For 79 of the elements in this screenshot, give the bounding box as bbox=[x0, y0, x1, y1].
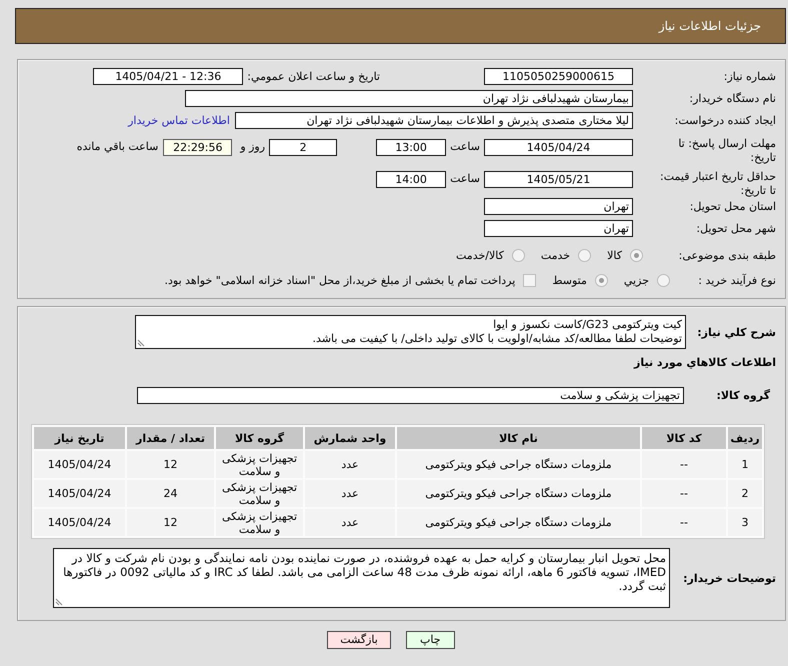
table-cell: ملزومات دستگاه جراحی فیکو ویترکتومی bbox=[397, 509, 640, 536]
table-cell: 1405/04/24 bbox=[34, 509, 125, 536]
field-label: طبقه بندی موضوعی: bbox=[678, 248, 776, 262]
field-label: حداقل تاریخ اعتبار قیمت: تا تاریخ: bbox=[659, 169, 776, 198]
table-cell: عدد bbox=[305, 480, 395, 507]
resize-grip-icon[interactable] bbox=[55, 598, 63, 606]
table-cell: 24 bbox=[127, 480, 214, 507]
field-label: گروه کالا: bbox=[715, 389, 771, 402]
buyer-name-field[interactable]: بیمارستان شهیدلبافی نژاد تهران bbox=[185, 90, 633, 107]
validity-date-field[interactable]: 1405/05/21 bbox=[484, 171, 633, 188]
field-label: مهلت ارسال پاسخ: تا تاریخ: bbox=[677, 136, 776, 165]
checkbox-label[interactable]: پرداخت تمام یا بخشی از مبلغ خرید،از محل "اسناد خزانه اسلامی" خواهد بود. bbox=[164, 274, 516, 287]
table-cell: عدد bbox=[305, 509, 395, 536]
table-cell: تجهیزات پزشکی و سلامت bbox=[216, 509, 303, 536]
announce-date-field[interactable]: 1405/04/21 - 12:36 bbox=[93, 68, 244, 85]
column-header: نام کالا bbox=[397, 427, 640, 449]
column-header: واحد شمارش bbox=[305, 427, 395, 449]
table-cell: 1 bbox=[728, 451, 762, 478]
column-header: تاریخ نیاز bbox=[34, 427, 125, 449]
table-cell: 12 bbox=[127, 509, 214, 536]
table-cell: 2 bbox=[728, 480, 762, 507]
column-header: ردیف bbox=[728, 427, 762, 449]
deadline-date-field[interactable]: 1405/04/24 bbox=[484, 139, 633, 156]
validity-time-field[interactable]: 14:00 bbox=[376, 171, 446, 188]
field-label: شهر محل تحویل: bbox=[695, 222, 776, 236]
description-textarea[interactable]: کیت ویترکتومی G23/کاست نکسوز و ایوا توضیحات لطفا مطالعه/کد مشابه/اولویت با کالای تولید داخلی/ با کیفیت می باشد. bbox=[135, 315, 686, 349]
section-heading: اطلاعات کالاهاي مورد نیاز bbox=[632, 356, 776, 370]
field-label: توضیحات خریدار: bbox=[682, 572, 776, 584]
field-label: تاریخ و ساعت اعلان عمومي: bbox=[247, 70, 380, 83]
field-label: شماره نیاز: bbox=[722, 70, 776, 84]
option-label[interactable]: متوسط bbox=[552, 274, 587, 287]
deadline-time-field[interactable]: 13:00 bbox=[376, 139, 446, 156]
days-field[interactable]: 2 bbox=[269, 139, 338, 156]
column-header: تعداد / مقدار bbox=[127, 427, 214, 449]
checkbox[interactable] bbox=[523, 274, 536, 287]
radio-button[interactable] bbox=[578, 249, 592, 262]
table-cell: 3 bbox=[728, 509, 762, 536]
buyer-contact-link[interactable]: اطلاعات تماس خریدار bbox=[128, 114, 230, 127]
days-label: روز و bbox=[240, 139, 266, 154]
requester-field[interactable]: لیلا مختاری متصدی پذیرش و اطلاعات بیمارستان شهیدلبافی نژاد تهران bbox=[235, 112, 633, 129]
radio-button[interactable] bbox=[630, 249, 643, 262]
field-label: نوع فرآیند خرید : bbox=[697, 274, 776, 288]
resize-grip-icon[interactable] bbox=[137, 339, 145, 347]
city-field[interactable]: تهران bbox=[484, 220, 633, 237]
table-cell: 12 bbox=[127, 451, 214, 478]
table-cell: ملزومات دستگاه جراحی فیکو ویترکتومی bbox=[397, 480, 640, 507]
radio-button[interactable] bbox=[512, 249, 525, 262]
remaining-time-field[interactable]: 22:29:56 bbox=[163, 139, 232, 156]
table-cell: -- bbox=[642, 509, 726, 536]
field-label: شرح کلي نیاز: bbox=[696, 326, 776, 338]
radio-button[interactable] bbox=[594, 274, 608, 287]
option-label[interactable]: کالا/خدمت bbox=[456, 249, 504, 262]
field-label: نام دستگاه خریدار: bbox=[688, 92, 776, 106]
goods-group-field[interactable]: تجهیزات پزشکی و سلامت bbox=[137, 387, 684, 404]
table-cell: عدد bbox=[305, 451, 395, 478]
need-number-field[interactable]: 1105050259000615 bbox=[484, 68, 633, 85]
option-label[interactable]: کالا bbox=[607, 249, 622, 262]
radio-button[interactable] bbox=[657, 274, 670, 287]
table-cell: ملزومات دستگاه جراحی فیکو ویترکتومی bbox=[397, 451, 640, 478]
remaining-label: ساعت باقي مانده bbox=[76, 139, 158, 154]
page-title: جزئیات اطلاعات نیاز bbox=[658, 19, 761, 33]
buyer-notes-textarea[interactable]: محل تحویل انبار بیمارستان و کرایه حمل به عهده فروشنده، در صورت نماینده بودن نامه نمایندگی و بودن نام شرکت و کالا در IMED، تسویه فاکتور 6 ماهه، ارائه نمونه ظرف مدت 48 ساعت الزامی می باشد. لطفا کد IRC و کد مالیاتی 0092 در فاکتورها ثبت گردد. bbox=[53, 548, 670, 608]
table-cell: 1405/04/24 bbox=[34, 451, 125, 478]
option-label[interactable]: جزيي bbox=[624, 274, 649, 287]
table-cell: 1405/04/24 bbox=[34, 480, 125, 507]
time-label: ساعت bbox=[450, 171, 480, 186]
field-label: ایجاد کننده درخواست: bbox=[674, 114, 776, 128]
province-field[interactable]: تهران bbox=[484, 198, 633, 215]
table-cell: تجهیزات پزشکی و سلامت bbox=[216, 451, 303, 478]
back-button[interactable]: بازگشت bbox=[327, 631, 391, 649]
option-label[interactable]: خدمت bbox=[540, 249, 570, 262]
table-cell: -- bbox=[642, 480, 726, 507]
time-label: ساعت bbox=[450, 139, 480, 154]
table-cell: تجهیزات پزشکی و سلامت bbox=[216, 480, 303, 507]
table-cell: -- bbox=[642, 451, 726, 478]
field-label: استان محل تحویل: bbox=[688, 200, 776, 214]
column-header: گروه کالا bbox=[216, 427, 303, 449]
print-button[interactable]: چاپ bbox=[406, 631, 455, 649]
column-header: کد کالا bbox=[642, 427, 726, 449]
